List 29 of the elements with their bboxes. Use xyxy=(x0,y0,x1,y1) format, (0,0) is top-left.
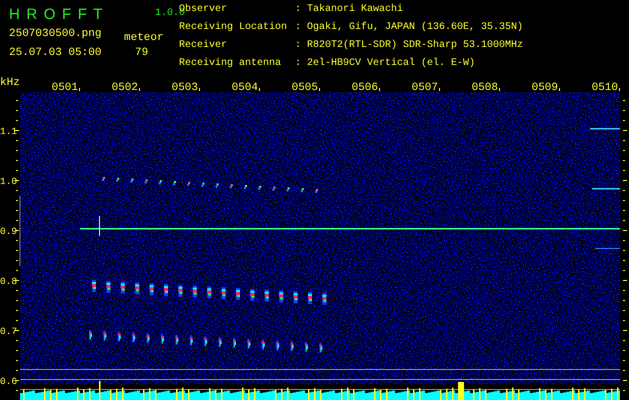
time-label: 0504 xyxy=(232,82,258,94)
frequency-label: 1.0 xyxy=(0,176,18,187)
file-name: 2507030500.png xyxy=(9,28,102,40)
time-label: 0509 xyxy=(532,82,558,94)
frequency-label: 0.8 xyxy=(0,276,18,287)
info-value: : 2el-HB9CV Vertical (el. E-W) xyxy=(295,58,476,71)
info-label: Receiving antenna xyxy=(179,58,282,71)
frequency-label: 0.7 xyxy=(0,326,18,337)
frequency-label: 1.1 xyxy=(0,126,18,137)
info-value: : Ogaki, Gifu, JAPAN (136.60E, 35.35N) xyxy=(295,22,524,35)
time-label: 0510 xyxy=(592,82,618,94)
info-label: Receiver xyxy=(179,40,228,53)
time-label: 0505 xyxy=(292,82,318,94)
timestamp: 25.07.03 05:00 xyxy=(9,47,102,59)
time-label: 0501 xyxy=(52,82,78,94)
count-label: meteor xyxy=(123,32,165,44)
time-label: 0502 xyxy=(112,82,138,94)
time-label: 0503 xyxy=(172,82,198,94)
frequency-label: 0.6 xyxy=(0,376,18,387)
unit-label: kHz xyxy=(0,77,20,89)
time-label: 0507 xyxy=(412,82,438,94)
info-value: : R820T2(RTL-SDR) SDR-Sharp 53.1000MHz xyxy=(295,40,524,53)
info-label: Receiving Location xyxy=(179,22,288,35)
time-label: 0508 xyxy=(472,82,498,94)
frequency-label: 0.9 xyxy=(0,226,18,237)
meteor-count: 79 xyxy=(134,47,150,59)
info-value: : Takanori Kawachi xyxy=(295,4,404,17)
time-label: 0506 xyxy=(352,82,378,94)
app-title: H R O F F T xyxy=(9,6,105,22)
